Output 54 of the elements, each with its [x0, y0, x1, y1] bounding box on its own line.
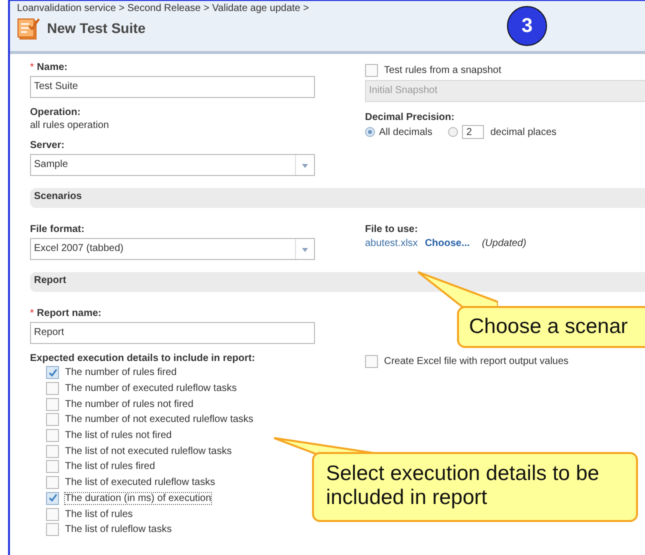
- report-name-field[interactable]: Report: [30, 322, 315, 344]
- required-mark: *: [30, 308, 34, 319]
- checkbox-label: The list of rules: [65, 508, 133, 520]
- server-dropdown[interactable]: Sample: [30, 154, 315, 176]
- field-label: File to use:: [365, 224, 418, 235]
- checkbox[interactable]: [365, 354, 378, 368]
- checkbox-label: The list of ruleflow tasks: [65, 524, 172, 536]
- checkbox-label: The duration (in ms) of execution: [65, 492, 212, 504]
- checkbox[interactable]: [46, 413, 59, 426]
- field-label: Name:: [36, 62, 68, 73]
- breadcrumb[interactable]: Loanvalidation service > Second Release > Validate age update >: [17, 3, 309, 14]
- field-label: Expected execution details to include in report:: [30, 353, 256, 364]
- checkbox-label: Create Excel file with report output values: [384, 356, 569, 366]
- checkbox[interactable]: [46, 366, 59, 380]
- checkbox-label: The number of executed ruleflow tasks: [65, 383, 237, 394]
- radio-label: All decimals: [379, 126, 432, 138]
- section-header: Report: [30, 272, 645, 292]
- name-field[interactable]: Test Suite: [30, 76, 315, 98]
- page-title: New Test Suite: [47, 20, 146, 36]
- checkbox-label: The list of rules not fired: [65, 430, 172, 442]
- field-label: Server:: [30, 140, 64, 151]
- radio-button[interactable]: [365, 127, 375, 137]
- file-format-dropdown[interactable]: Excel 2007 (tabbed): [30, 238, 315, 260]
- checkbox-label: Test rules from a snapshot: [384, 64, 502, 76]
- checkbox-label: The number of rules fired: [65, 367, 177, 378]
- field-label: Report name:: [36, 308, 102, 319]
- file-link[interactable]: abutest.xlsx: [365, 238, 418, 249]
- checkbox-label: The number of rules not fired: [65, 398, 194, 410]
- field-label: File format:: [30, 224, 84, 235]
- checklist-icon: [17, 16, 41, 40]
- checkbox[interactable]: [46, 508, 59, 521]
- checkbox-label: The list of not executed ruleflow tasks: [65, 446, 232, 457]
- checkbox[interactable]: [46, 523, 59, 536]
- radio-button[interactable]: [448, 127, 458, 137]
- step-badge: 3: [507, 6, 547, 46]
- checkbox[interactable]: [46, 429, 59, 442]
- checkbox[interactable]: [46, 476, 59, 490]
- checkbox[interactable]: [46, 460, 59, 474]
- checkbox[interactable]: [46, 444, 59, 458]
- checkbox[interactable]: [46, 492, 59, 505]
- required-mark: *: [30, 62, 34, 73]
- decimals-field[interactable]: 2: [462, 125, 484, 139]
- checkbox[interactable]: [46, 382, 59, 396]
- checkbox-label: The list of rules fired: [65, 461, 156, 472]
- checkbox-label: The number of not executed ruleflow tasks: [65, 414, 254, 426]
- choose-link[interactable]: Choose...: [424, 238, 470, 249]
- field-label: Decimal Precision:: [365, 112, 454, 123]
- radio-label: decimal places: [490, 126, 557, 138]
- checkbox-label: The list of executed ruleflow tasks: [65, 477, 216, 488]
- field-label: Operation:: [30, 107, 81, 118]
- file-status: (Updated): [482, 238, 526, 249]
- checkbox[interactable]: [46, 398, 59, 411]
- operation-value: all rules operation: [30, 120, 109, 131]
- section-header: Scenarios: [30, 188, 645, 208]
